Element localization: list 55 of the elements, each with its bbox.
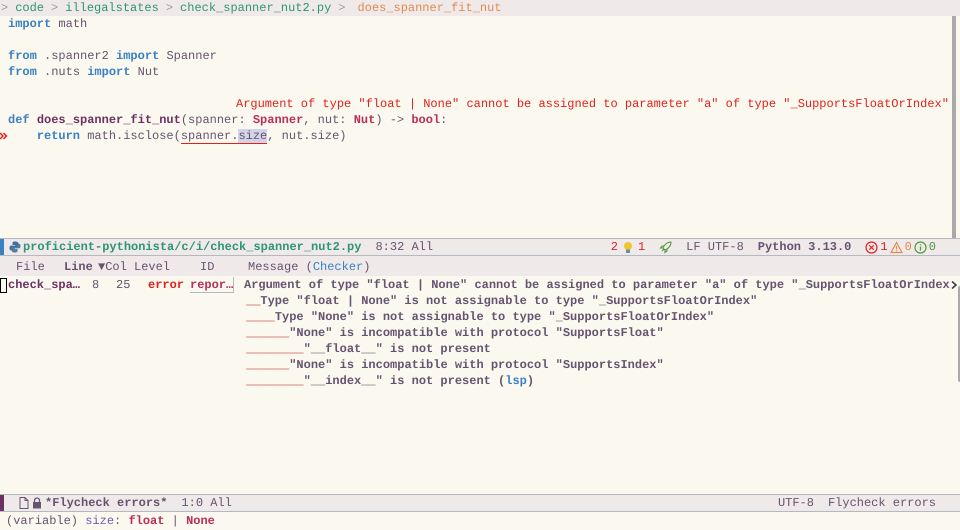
message-line: ________"__index__" is not present (lsp) [245, 373, 536, 389]
code-line: from .spanner2 import Spanner [8, 48, 217, 64]
table-cell-text: 25 [115, 277, 132, 293]
echo-message: (variable) size: float | None [6, 513, 215, 529]
action-count: 1 [638, 239, 646, 255]
major-mode: Flycheck errors [828, 495, 936, 511]
message-line: __Type "float | None" is not assignable to type "_SupportsFloatOrIndex" [245, 293, 758, 309]
document-icon [19, 497, 29, 509]
code-line: import math [8, 16, 88, 32]
column-header[interactable]: Message (Checker) [248, 259, 370, 275]
table-cell: Argument of type "float | None" cannot be assigned to parameter "a" of type "_SupportsFloatOrIndex [244, 277, 950, 293]
buffer-name: *Flycheck errors* [45, 495, 168, 511]
column-header[interactable]: Level [134, 260, 170, 274]
info-icon [914, 240, 927, 254]
error-message: Argument of type "float | None" cannot be assigned to parameter "a" of type "_SupportsFloatOrIndex" [236, 96, 949, 112]
message-line: ______"None" is incompatible with protocol "SupportsFloat" [245, 325, 665, 341]
message-line: ____Type "None" is not assignable to type "_SupportsFloatOrIndex" [245, 309, 716, 325]
message-line: ________"__float__" is not present [245, 341, 492, 357]
code-line: from .nuts import Nut [8, 64, 160, 80]
encoding: UTF-8 [778, 495, 814, 511]
warning-count: 0 [904, 239, 912, 255]
column-header[interactable]: ID [200, 260, 214, 274]
python-icon [9, 241, 21, 253]
table-cell-text: 8 [91, 277, 100, 293]
column-header[interactable]: Line [64, 260, 93, 274]
breadcrumb-item[interactable]: code [15, 0, 44, 16]
scrollbar[interactable] [952, 16, 956, 238]
breadcrumb-separator: > [1, 0, 8, 16]
cursor-position: 1:0 All [181, 495, 232, 511]
cursor-position: 8:32 All [375, 239, 434, 255]
info-count: 0 [928, 239, 936, 255]
breadcrumb-separator: > [338, 0, 346, 16]
column-header[interactable]: File [16, 260, 45, 274]
column-header[interactable]: ▼Col [98, 260, 127, 274]
rocket-icon [659, 240, 672, 254]
breadcrumb-item[interactable]: check_spanner_nut2.py [180, 0, 332, 16]
code-line: def does_spanner_fit_nut(spanner: Spanner, nut: Nut) -> bool: [8, 112, 448, 128]
file-path: proficient-pythonista/c/i/check_spanner_nut2.py [23, 239, 362, 255]
encoding: LF UTF-8 [686, 239, 744, 255]
text-cursor [0, 278, 7, 292]
breadcrumb-separator: > [166, 0, 174, 16]
breadcrumb-separator: > [51, 0, 58, 16]
error-count: 1 [880, 239, 888, 255]
language-version: Python 3.13.0 [758, 239, 852, 255]
lock-icon [32, 497, 42, 509]
warning-icon [890, 240, 903, 254]
error-icon [865, 240, 878, 254]
breadcrumb-item[interactable]: illegalstates [65, 0, 159, 16]
lightbulb-icon [622, 240, 633, 254]
message-line: ______"None" is incompatible with protocol "SupportsIndex" [245, 357, 665, 373]
table-cell-text: check_spa… [8, 277, 82, 293]
table-cell-text: error [148, 277, 186, 293]
hint-count: 2 [610, 239, 618, 255]
code-line: return math.isclose(spanner.size, nut.size) [36, 128, 346, 144]
table-cell[interactable]: repor… [190, 277, 234, 293]
